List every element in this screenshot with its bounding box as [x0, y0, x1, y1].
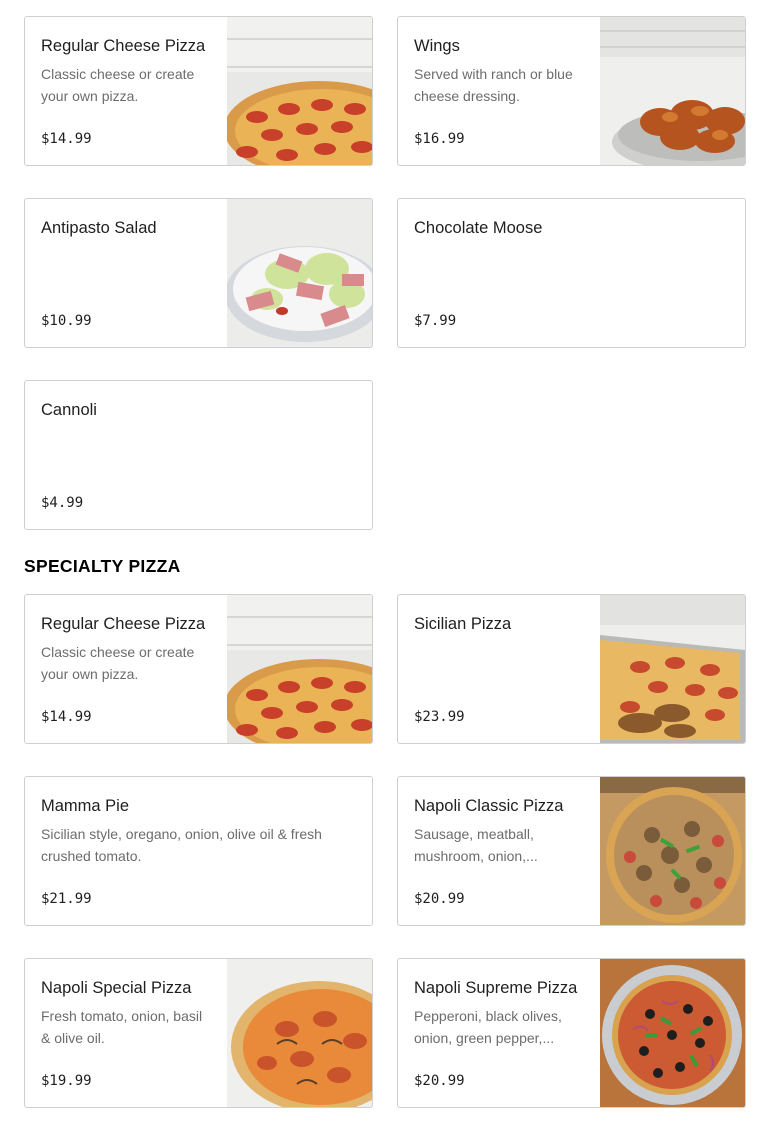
- item-name: Regular Cheese Pizza: [41, 615, 206, 633]
- menu-item-card[interactable]: Chocolate Moose $7.99: [397, 198, 746, 348]
- menu-item-card[interactable]: Regular Cheese Pizza Classic cheese or c…: [24, 16, 373, 166]
- item-price: $16.99: [414, 131, 465, 147]
- item-name: Napoli Classic Pizza: [414, 797, 564, 815]
- item-price: $7.99: [414, 313, 457, 329]
- item-price: $14.99: [41, 709, 92, 725]
- item-price: $23.99: [414, 709, 465, 725]
- special-pizza-photo: [227, 959, 372, 1107]
- item-name: Chocolate Moose: [414, 219, 543, 237]
- menu-item-card[interactable]: Cannoli $4.99: [24, 380, 373, 530]
- section-title: SPECIALTY PIZZA: [24, 556, 181, 576]
- item-name: Napoli Special Pizza: [41, 979, 192, 997]
- salad-photo: [227, 199, 372, 347]
- item-description: Classic cheese or create your own pizza.: [41, 644, 195, 682]
- item-price: $21.99: [41, 891, 92, 907]
- menu-item-card[interactable]: Napoli Supreme Pizza Pepperoni, black ol…: [397, 958, 746, 1108]
- menu-item-card[interactable]: Mamma Pie Sicilian style, oregano, onion…: [24, 776, 373, 926]
- menu-item-card[interactable]: Sicilian Pizza $23.99: [397, 594, 746, 744]
- item-price: $19.99: [41, 1073, 92, 1089]
- classic-pizza-photo: [600, 777, 745, 925]
- menu-item-card[interactable]: Wings Served with ranch or blue cheese d…: [397, 16, 746, 166]
- sicilian-pizza-photo: [600, 595, 745, 743]
- item-description: Sausage, meatball, mushroom, onion,...: [414, 826, 538, 864]
- item-description: Fresh tomato, onion, basil & olive oil.: [41, 1008, 203, 1046]
- supreme-pizza-photo: [600, 959, 745, 1107]
- wings-photo: [600, 17, 745, 165]
- item-price: $4.99: [41, 495, 84, 511]
- menu-item-card[interactable]: Napoli Classic Pizza Sausage, meatball, …: [397, 776, 746, 926]
- menu-item-card[interactable]: Napoli Special Pizza Fresh tomato, onion…: [24, 958, 373, 1108]
- item-price: $20.99: [414, 891, 465, 907]
- cheese-pizza-photo: [227, 17, 372, 165]
- item-name: Regular Cheese Pizza: [41, 37, 206, 55]
- item-description: Pepperoni, black olives, onion, green pe…: [414, 1008, 562, 1046]
- item-name: Napoli Supreme Pizza: [414, 979, 578, 997]
- item-name: Mamma Pie: [41, 797, 130, 815]
- item-description: Sicilian style, oregano, onion, olive oi…: [41, 826, 322, 864]
- item-name: Wings: [414, 37, 460, 55]
- menu-item-card[interactable]: Regular Cheese Pizza Classic cheese or c…: [24, 594, 373, 744]
- menu-item-card[interactable]: Antipasto Salad $10.99: [24, 198, 373, 348]
- item-price: $10.99: [41, 313, 92, 329]
- item-name: Sicilian Pizza: [414, 615, 512, 633]
- item-price: $20.99: [414, 1073, 465, 1089]
- item-description: Classic cheese or create your own pizza.: [41, 66, 195, 104]
- item-price: $14.99: [41, 131, 92, 147]
- item-name: Cannoli: [41, 401, 97, 419]
- item-name: Antipasto Salad: [41, 219, 157, 237]
- cheese-pizza-photo: [227, 595, 372, 743]
- item-description: Served with ranch or blue cheese dressin…: [414, 66, 573, 104]
